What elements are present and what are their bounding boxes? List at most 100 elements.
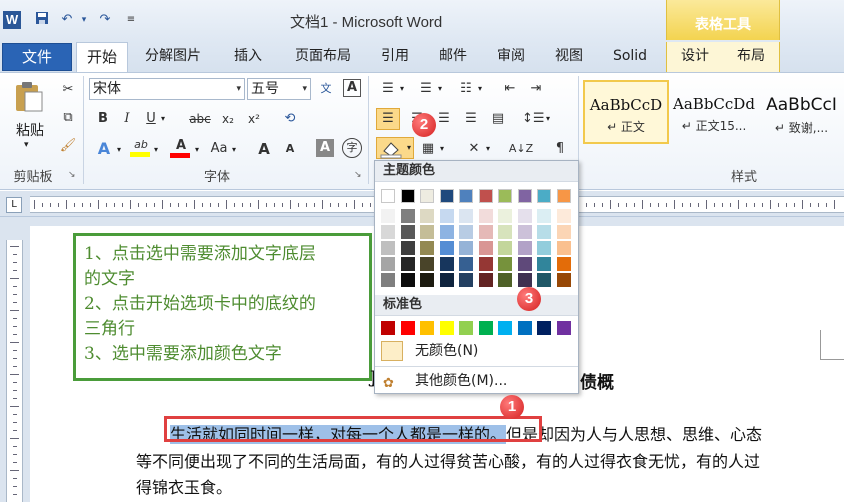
color-swatch[interactable] [381,225,395,239]
font-color-dropdown-icon[interactable]: ▾ [195,145,199,154]
tab-page-layout[interactable]: 页面布局 [285,42,361,72]
style-normal[interactable]: AaBbCcD ↵ 正文 [583,80,669,144]
color-swatch[interactable] [459,273,473,287]
more-colors-item[interactable]: ✿ 其他颜色(M)... [375,368,578,394]
color-swatch[interactable] [478,189,493,203]
color-swatch[interactable] [400,209,415,223]
color-swatch[interactable] [556,257,571,271]
tab-split-image[interactable]: 分解图片 [135,42,211,72]
color-swatch[interactable] [517,209,532,223]
customize-toolbar-icon[interactable]: ≡ [124,11,138,29]
color-swatch[interactable] [420,189,434,203]
color-swatch[interactable] [478,225,493,239]
color-swatch[interactable] [556,189,571,203]
align-right-button[interactable]: ☰ [434,109,454,129]
tab-home[interactable]: 开始 [76,42,128,73]
color-swatch[interactable] [381,273,395,287]
font-color-button[interactable]: A [170,138,192,160]
color-swatch[interactable] [498,209,512,223]
tab-design[interactable]: 设计 [666,42,723,72]
underline-button[interactable]: U [142,109,160,129]
line-spacing-button[interactable]: ↕☰ [522,109,545,129]
tab-insert[interactable]: 插入 [225,42,271,72]
change-case-button[interactable]: Aa [208,139,230,159]
color-swatch[interactable] [498,241,512,255]
redo-icon[interactable]: ↷ [96,11,114,29]
color-swatch[interactable] [381,189,395,203]
color-swatch[interactable] [478,321,493,335]
char-border-icon[interactable]: A [343,79,361,97]
no-color-item[interactable]: 无颜色(N) [375,338,578,364]
color-swatch[interactable] [517,189,532,203]
color-swatch[interactable] [439,225,454,239]
decrease-indent-icon[interactable]: ⇤ [500,79,520,99]
style-normal15[interactable]: AaBbCcDd ↵ 正文15... [671,80,757,144]
color-swatch[interactable] [459,189,473,203]
shrink-font-button[interactable]: A [280,139,300,159]
font-name-combo[interactable]: 宋体 ▾ [89,78,245,100]
save-icon[interactable] [33,11,51,29]
color-swatch[interactable] [478,241,493,255]
color-swatch[interactable] [381,209,395,223]
change-case-dropdown-icon[interactable]: ▾ [232,145,236,154]
color-swatch[interactable] [439,257,454,271]
color-swatch[interactable] [498,189,512,203]
color-swatch[interactable] [381,257,395,271]
color-swatch[interactable] [556,241,571,255]
color-swatch[interactable] [556,209,571,223]
word-app-icon[interactable]: W [3,11,21,29]
strikethrough-button[interactable]: abc [188,109,212,129]
color-swatch[interactable] [517,225,532,239]
shading-dropdown-icon[interactable]: ▾ [407,143,411,152]
text-effects-dropdown-icon[interactable]: ▾ [117,145,121,154]
color-swatch[interactable] [556,321,571,335]
show-marks-button[interactable]: ¶ [550,139,570,159]
color-swatch[interactable] [400,225,415,239]
color-swatch[interactable] [400,241,415,255]
increase-indent-icon[interactable]: ⇥ [526,79,546,99]
text-effects-button[interactable]: A [93,139,115,159]
color-swatch[interactable] [556,273,571,287]
paste-icon[interactable] [12,80,46,114]
cut-icon[interactable]: ✂ [58,80,78,100]
color-swatch[interactable] [459,209,473,223]
bold-button[interactable]: B [94,109,112,129]
color-swatch[interactable] [478,209,493,223]
bullets-icon[interactable]: ☰ [378,79,398,99]
justify-button[interactable]: ☰ [461,109,481,129]
style-acknowledgement[interactable]: AaBbCcI ↵ 致谢,... [759,80,844,144]
color-swatch[interactable] [537,241,551,255]
color-swatch[interactable] [537,321,551,335]
color-swatch[interactable] [420,257,434,271]
font-size-combo[interactable]: 五号 ▾ [247,78,311,100]
color-swatch[interactable] [459,241,473,255]
color-swatch[interactable] [400,273,415,287]
color-swatch[interactable] [537,189,551,203]
color-swatch[interactable] [420,225,434,239]
copy-icon[interactable]: ⧉ [58,108,78,128]
bullets-dropdown-icon[interactable]: ▾ [400,84,404,93]
align-left-button[interactable]: ☰ [376,108,400,130]
superscript-button[interactable]: x² [244,109,264,129]
color-swatch[interactable] [381,241,395,255]
tab-mailings[interactable]: 邮件 [430,42,476,72]
clipboard-launcher-icon[interactable]: ↘ [68,170,76,180]
phonetic-guide-icon[interactable]: 文 [316,79,336,99]
color-swatch[interactable] [439,209,454,223]
enclose-characters-button[interactable]: 字 [342,138,362,158]
tab-solid[interactable]: Solid [606,42,654,72]
sort-button[interactable]: A↓Z [508,139,534,159]
color-swatch[interactable] [498,321,512,335]
color-swatch[interactable] [381,321,395,335]
format-painter-icon[interactable]: 🖌 [58,136,78,156]
tab-selector[interactable]: L [6,197,22,213]
paste-button[interactable]: 粘贴 [12,120,48,140]
undo-dropdown-icon[interactable]: ▾ [78,11,90,29]
italic-button[interactable]: I [118,109,136,129]
numbering-icon[interactable]: ☰ [416,79,436,99]
color-swatch[interactable] [556,225,571,239]
color-swatch[interactable] [459,321,473,335]
color-swatch[interactable] [498,225,512,239]
borders-dropdown-icon[interactable]: ▾ [440,144,444,153]
color-swatch[interactable] [439,241,454,255]
